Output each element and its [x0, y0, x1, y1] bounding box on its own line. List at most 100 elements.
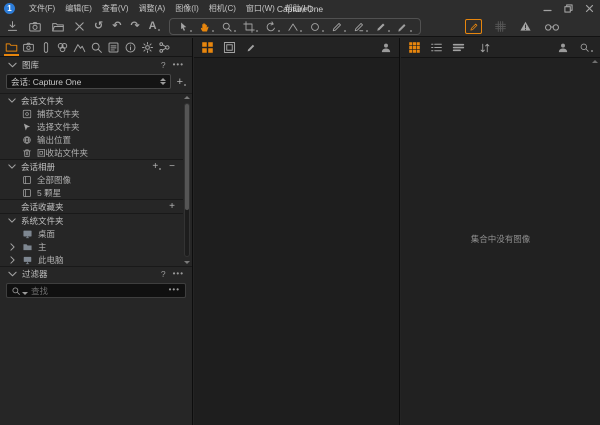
crop-tool-icon[interactable] [240, 21, 261, 33]
grid-icon[interactable] [494, 20, 507, 33]
menu-edit[interactable]: 编辑(E) [60, 1, 97, 16]
section-session-favorites[interactable]: 会话收藏夹 + [0, 199, 183, 214]
scroll-down-icon[interactable] [184, 261, 190, 264]
restore-icon[interactable] [563, 4, 573, 14]
tab-adjustments[interactable] [105, 38, 122, 56]
tree-item-capture-folder[interactable]: 捕获文件夹 [0, 107, 183, 120]
tab-details[interactable] [88, 38, 105, 56]
heal-pen-icon[interactable] [372, 21, 393, 33]
exposure-warning-icon[interactable] [519, 20, 532, 33]
select-tool-icon[interactable] [175, 21, 195, 33]
search-input[interactable] [7, 284, 185, 297]
ellipse-tool-icon[interactable] [306, 21, 327, 33]
help-icon[interactable]: ? [161, 60, 166, 70]
select-stepper-icon[interactable] [160, 78, 166, 85]
add-album-button[interactable]: + [152, 162, 161, 171]
filters-section-header[interactable]: 过滤器 ? ••• [0, 266, 192, 281]
cursor-tool-group [169, 18, 421, 35]
filmstrip-view-icon[interactable] [452, 41, 465, 54]
scroll-up-icon[interactable] [592, 60, 598, 63]
user-icon[interactable] [557, 42, 569, 54]
menu-image[interactable]: 图像(I) [170, 1, 204, 16]
tree-item-all-images[interactable]: 全部图像 [0, 173, 183, 186]
tab-color[interactable] [54, 38, 71, 56]
more-options-icon[interactable]: ••• [173, 63, 184, 67]
browser-search-icon[interactable] [579, 42, 593, 53]
tab-lens[interactable] [37, 38, 54, 56]
straighten-tool-icon[interactable] [284, 21, 305, 33]
tab-capture[interactable] [20, 38, 37, 56]
section-session-folders[interactable]: 会话文件夹 [0, 94, 183, 107]
undo-icon[interactable]: ↶ [112, 21, 121, 32]
search-more-icon[interactable]: ••• [169, 285, 180, 294]
expand-chevron-icon[interactable] [10, 256, 17, 264]
sort-icon[interactable] [479, 42, 491, 54]
tab-output[interactable] [139, 38, 156, 56]
primary-view-icon[interactable] [223, 41, 236, 54]
collapse-chevron-icon[interactable] [8, 164, 16, 169]
cursor-settings-brush-icon[interactable] [465, 19, 482, 34]
tab-metadata[interactable] [122, 38, 139, 56]
draw-mask-pen-icon[interactable] [328, 21, 349, 33]
search-box[interactable]: ••• [6, 283, 186, 298]
tree-item-trash-folder[interactable]: 回收站文件夹 [0, 146, 183, 159]
tree-item-label: 选择文件夹 [37, 121, 80, 133]
tab-library[interactable] [3, 38, 20, 56]
tree-item-label: 输出位置 [37, 134, 71, 146]
library-section-header[interactable]: 图库 ? ••• [0, 57, 192, 72]
session-select[interactable]: 会话: Capture One [6, 74, 171, 89]
user-icon[interactable] [380, 42, 392, 54]
tree-item-output-location[interactable]: 输出位置 [0, 133, 183, 146]
tree-item-desktop[interactable]: 桌面 [0, 227, 183, 240]
tree-item-five-stars[interactable]: 5 颗星 [0, 186, 183, 199]
menu-camera[interactable]: 相机(C) [204, 1, 241, 16]
remove-album-button[interactable]: − [169, 162, 175, 171]
pan-hand-tool-icon[interactable] [196, 21, 217, 33]
list-view-icon[interactable] [430, 41, 443, 54]
tab-connections[interactable] [156, 38, 173, 56]
multi-view-grid-icon[interactable] [201, 41, 214, 54]
tree-item-this-pc[interactable]: 此电脑 [0, 253, 183, 266]
menu-view[interactable]: 查看(V) [97, 1, 134, 16]
proof-glasses-icon[interactable] [544, 21, 560, 33]
collapse-chevron-icon[interactable] [8, 62, 17, 68]
erase-mask-pen-icon[interactable] [350, 21, 371, 33]
edit-pen-icon[interactable] [245, 42, 257, 54]
menu-window[interactable]: 窗口(W) [241, 1, 280, 16]
capture-icon[interactable] [28, 20, 42, 33]
collapse-chevron-icon[interactable] [8, 218, 16, 223]
computer-icon [22, 255, 33, 265]
search-magnifier-icon[interactable] [11, 286, 28, 296]
collapse-chevron-icon[interactable] [8, 98, 16, 103]
thumbnail-grid-icon[interactable] [408, 41, 421, 54]
viewer-canvas[interactable] [194, 58, 399, 425]
close-icon[interactable] [584, 4, 594, 14]
menu-file[interactable]: 文件(F) [24, 1, 60, 16]
expand-chevron-icon[interactable] [10, 243, 17, 251]
minimize-icon[interactable] [542, 4, 552, 14]
tab-exposure[interactable] [71, 38, 88, 56]
scroll-up-icon[interactable] [184, 96, 190, 99]
add-favorite-button[interactable]: + [169, 202, 175, 211]
rotate-tool-icon[interactable] [262, 21, 283, 33]
scrollbar-thumb[interactable] [185, 104, 189, 210]
section-session-albums[interactable]: 会话相册 + − [0, 159, 183, 173]
annotations-icon[interactable]: A [149, 21, 160, 32]
redo-icon[interactable]: ↷ [130, 21, 139, 32]
empty-collection-message: 集合中没有图像 [401, 233, 600, 245]
tree-item-home[interactable]: 主 [0, 240, 183, 253]
collapse-chevron-icon[interactable] [8, 271, 17, 277]
tree-item-selects-folder[interactable]: 选择文件夹 [0, 120, 183, 133]
menu-adjust[interactable]: 调整(A) [134, 1, 171, 16]
delete-icon[interactable] [74, 21, 85, 32]
reset-icon[interactable]: ↺ [94, 21, 103, 32]
open-session-icon[interactable] [51, 20, 65, 33]
loupe-tool-icon[interactable] [218, 21, 239, 33]
section-system-folders[interactable]: 系统文件夹 [0, 214, 183, 227]
more-options-icon[interactable]: ••• [173, 272, 184, 276]
help-icon[interactable]: ? [161, 269, 166, 279]
tree-scrollbar[interactable] [183, 96, 191, 264]
clone-pen-icon[interactable] [394, 21, 415, 33]
import-icon[interactable] [6, 20, 19, 33]
add-collection-button[interactable]: + [177, 77, 186, 87]
